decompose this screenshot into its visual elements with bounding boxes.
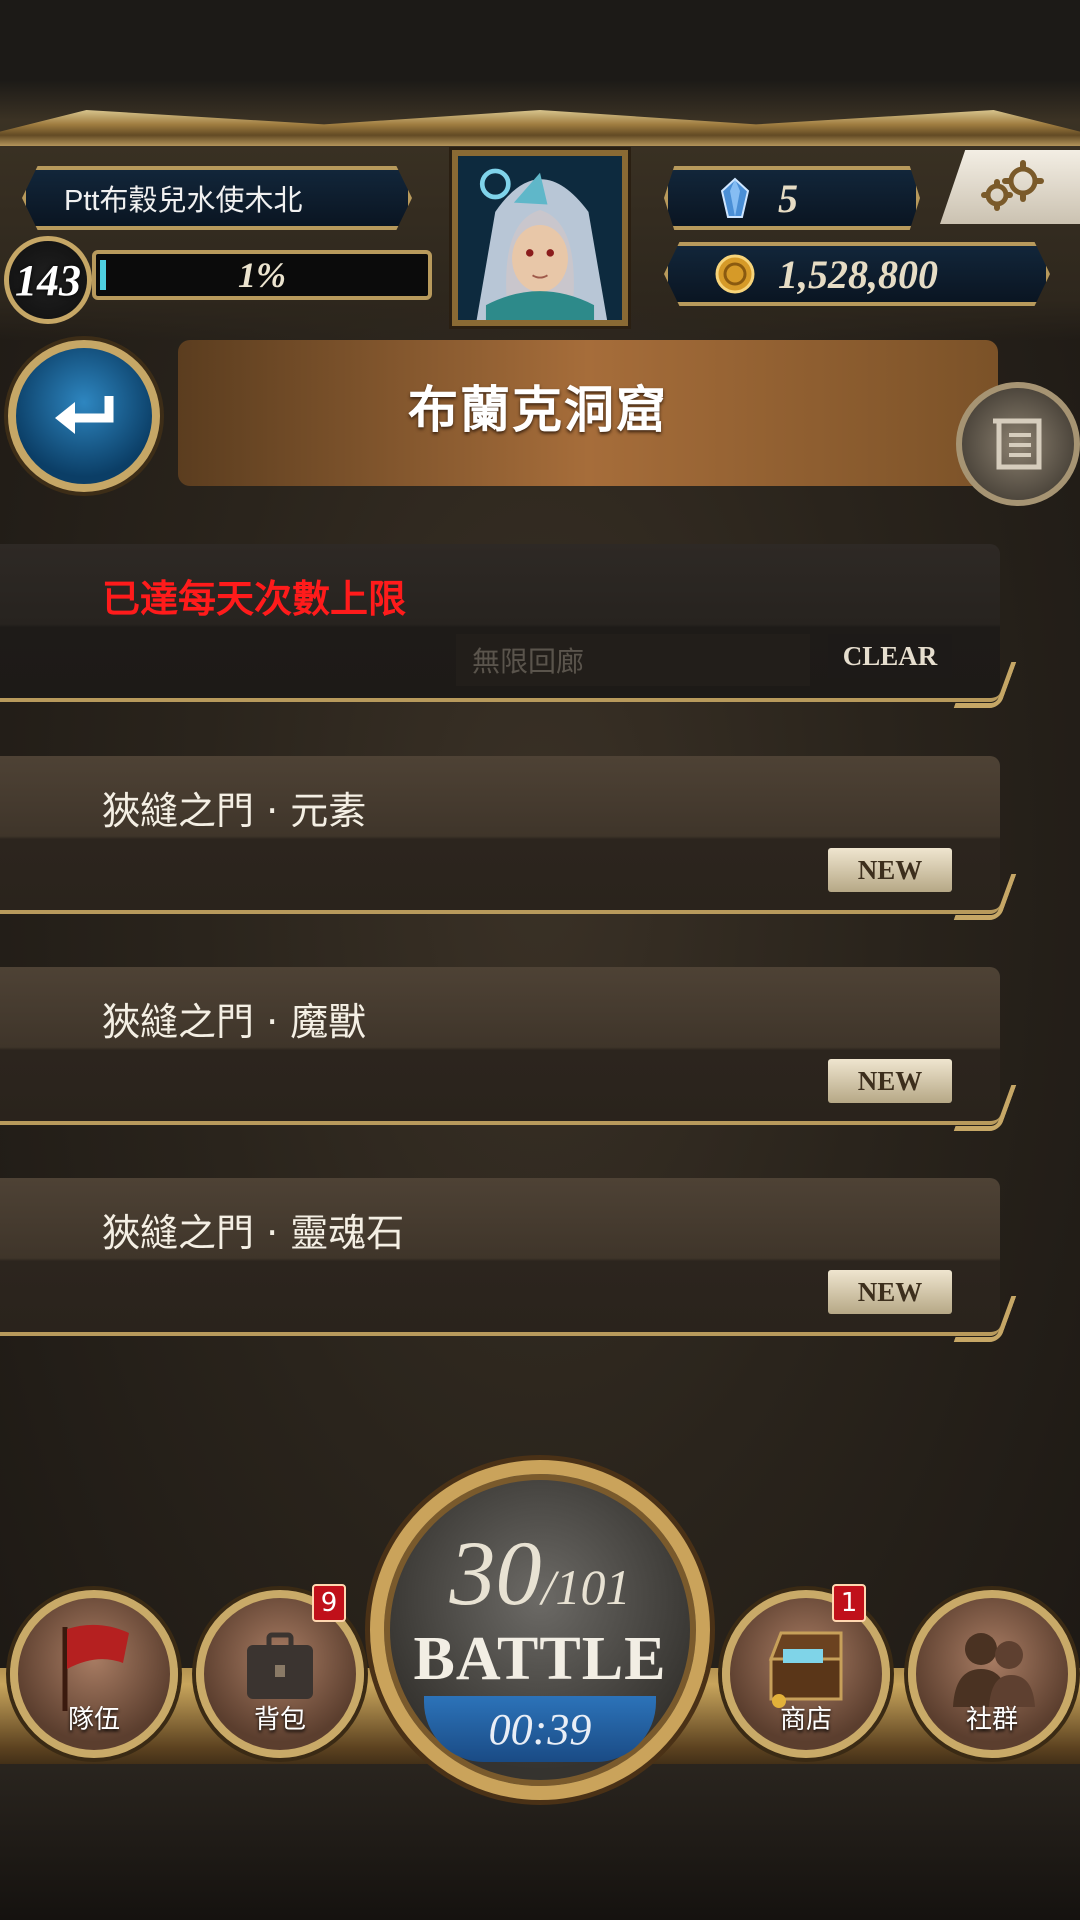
battle-label: BATTLE	[413, 1625, 667, 1693]
nav-team-button[interactable]: 隊伍	[10, 1590, 178, 1758]
stage-title: 狹縫之門 · 靈魂石	[102, 1211, 405, 1255]
coin-counter[interactable]: 1,528,800	[664, 242, 1050, 306]
gem-icon	[720, 177, 750, 218]
info-scroll-button[interactable]	[956, 382, 1080, 506]
gem-count: 5	[778, 175, 798, 221]
back-arrow-icon	[55, 396, 114, 434]
stage-item-element[interactable]: 狹縫之門 · 元素 NEW	[0, 756, 1017, 920]
nav-social-label: 社群	[965, 1705, 1018, 1735]
stamina-counter: 30/101	[384, 1520, 696, 1626]
nav-bag-label: 背包	[253, 1705, 306, 1735]
player-level-badge: 143	[4, 236, 92, 324]
stage-name: 無限回廊	[456, 634, 810, 686]
stage-title: 狹縫之門 · 魔獸	[102, 1000, 367, 1044]
nav-team-label: 隊伍	[67, 1705, 120, 1735]
gear-icon	[981, 160, 1044, 211]
page-title: 布蘭克洞窟	[408, 381, 668, 439]
player-level: 143	[15, 255, 81, 305]
scroll-icon	[993, 418, 1042, 470]
new-tag: NEW	[828, 848, 952, 892]
coin-icon	[715, 254, 755, 294]
back-button[interactable]	[8, 340, 160, 492]
new-tag: NEW	[828, 1270, 952, 1314]
shop-notification-badge: 1	[832, 1584, 866, 1622]
player-name-plate: Ptt布穀兒水使木北	[22, 166, 412, 230]
new-tag: NEW	[828, 1059, 952, 1103]
nav-social-button[interactable]: 社群	[908, 1590, 1076, 1758]
player-name: Ptt布穀兒水使木北	[64, 185, 303, 217]
stage-item-soulstone[interactable]: 狹縫之門 · 靈魂石 NEW	[0, 1178, 1017, 1342]
stage-item-infinite-corridor[interactable]: 已達每天次數上限 無限回廊 CLEAR	[0, 544, 1017, 708]
coin-count: 1,528,800	[778, 251, 938, 297]
bag-notification-badge: 9	[312, 1584, 346, 1622]
stamina-timer: 00:39	[424, 1696, 656, 1762]
daily-limit-message: 已達每天次數上限	[102, 577, 407, 621]
clear-tag: CLEAR	[828, 634, 952, 678]
header-ornament	[0, 110, 1080, 146]
avatar-portrait-icon	[458, 156, 622, 320]
stamina-max: /101	[541, 1559, 631, 1615]
exp-percent: 1%	[238, 255, 286, 295]
exp-bar: 1%	[92, 250, 432, 300]
stamina-current: 30	[449, 1522, 542, 1624]
stage-title: 狹縫之門 · 元素	[102, 789, 367, 833]
exp-bar-fill	[100, 260, 106, 290]
player-avatar[interactable]	[452, 150, 628, 326]
nav-shop-label: 商店	[779, 1705, 832, 1735]
gem-counter[interactable]: 5	[664, 166, 920, 230]
stage-item-beast[interactable]: 狹縫之門 · 魔獸 NEW	[0, 967, 1017, 1131]
battle-button[interactable]: 30/101 BATTLE 00:39	[370, 1460, 710, 1800]
